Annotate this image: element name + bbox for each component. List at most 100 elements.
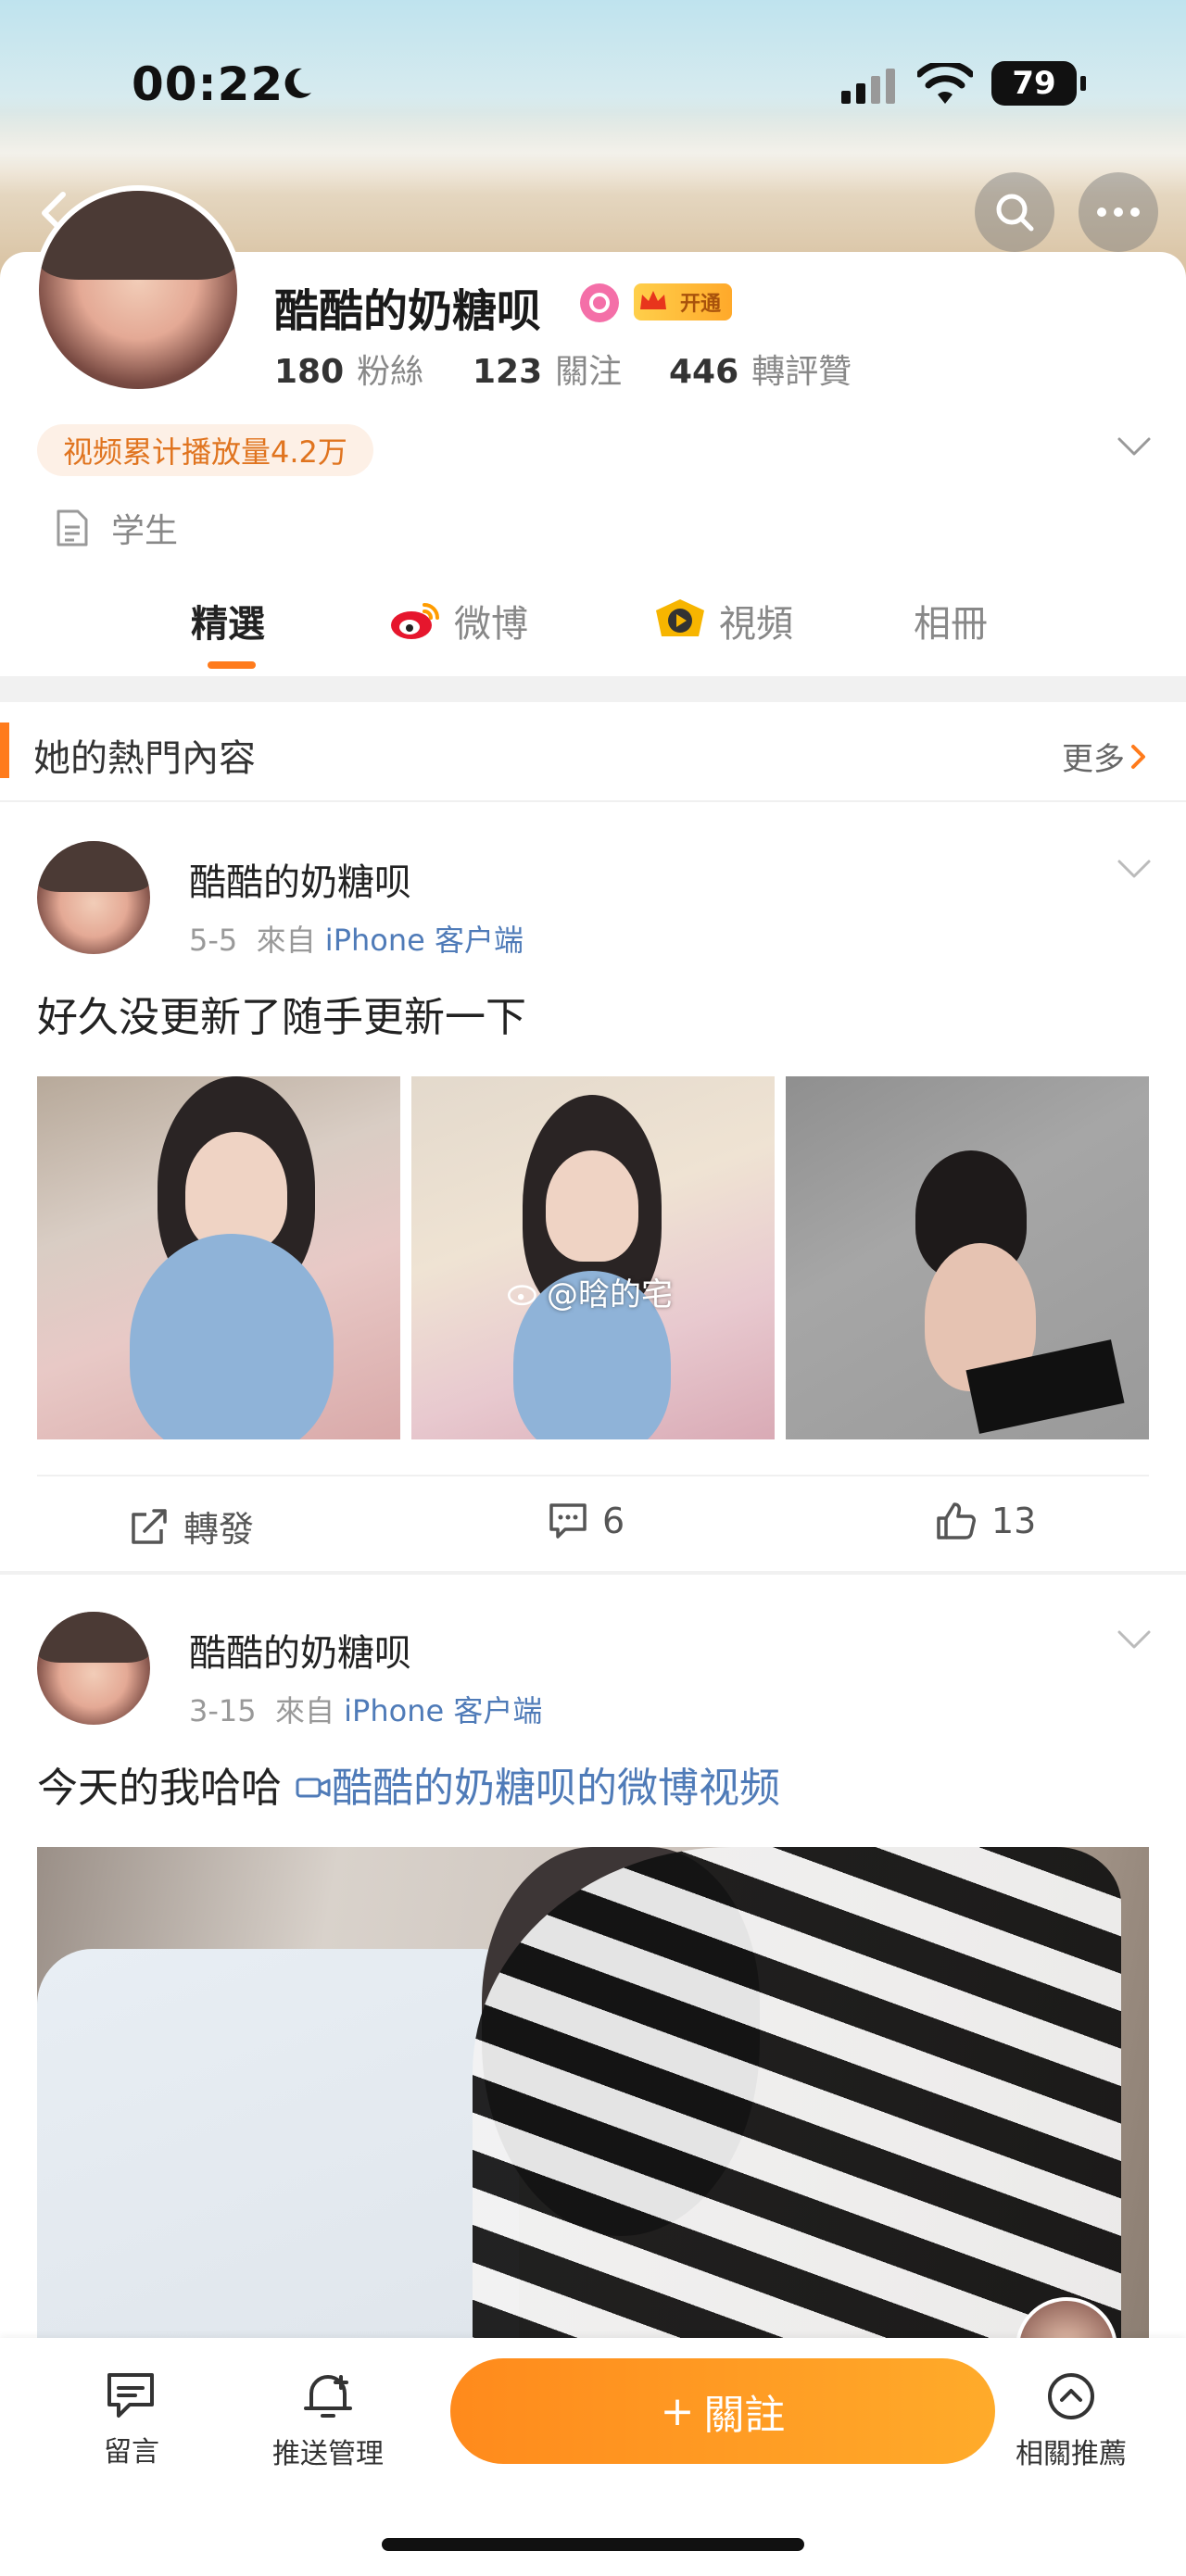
tab-label: 視頻 bbox=[719, 603, 793, 646]
profile-name: 酷酷的奶糖呗 bbox=[274, 285, 542, 337]
like-button[interactable]: 13 bbox=[936, 1501, 1036, 1541]
video-channel-icon bbox=[656, 599, 704, 636]
wifi-icon bbox=[917, 63, 973, 104]
tab-label: 精選 bbox=[191, 603, 265, 646]
follow-button[interactable]: + 關註 bbox=[450, 2358, 995, 2464]
crown-icon bbox=[640, 291, 666, 309]
post-meta: 5-5 來自 iPhone 客户端 bbox=[189, 917, 524, 960]
video-preview[interactable] bbox=[37, 1847, 1149, 2412]
search-button[interactable] bbox=[975, 172, 1054, 252]
interactions-label: 轉評贊 bbox=[751, 353, 852, 391]
occupation-label: 学生 bbox=[111, 512, 179, 550]
post-separator bbox=[0, 1571, 1186, 1575]
document-icon bbox=[57, 509, 88, 547]
post-source[interactable]: iPhone 客户端 bbox=[344, 1693, 542, 1728]
bell-icon bbox=[304, 2375, 352, 2418]
tab-video[interactable]: 視頻 bbox=[654, 584, 793, 658]
tab-weibo[interactable]: 微博 bbox=[389, 584, 528, 658]
comment-icon bbox=[549, 1503, 587, 1539]
weibo-icon bbox=[391, 603, 439, 639]
message-button[interactable]: 留言 bbox=[67, 2371, 196, 2469]
repost-label: 轉發 bbox=[183, 1509, 255, 1550]
verified-badge-icon[interactable] bbox=[580, 283, 619, 322]
like-count: 13 bbox=[991, 1501, 1037, 1541]
tab-label: 相冊 bbox=[914, 603, 988, 646]
tab-label: 微博 bbox=[454, 603, 528, 646]
battery-indicator: 79 bbox=[991, 61, 1086, 106]
related-label: 相關推薦 bbox=[1016, 2438, 1127, 2470]
status-bar: 00:22 79 bbox=[0, 0, 1186, 176]
hot-content-title: 她的熱門內容 bbox=[33, 737, 256, 780]
post-image[interactable] bbox=[786, 1076, 1149, 1439]
repost-button[interactable]: 轉發 bbox=[130, 1501, 254, 1552]
video-link[interactable]: 酷酷的奶糖呗的微博视频 bbox=[295, 1765, 780, 1812]
vip-open-badge[interactable]: 开通 bbox=[634, 283, 732, 320]
more-label: 更多 bbox=[1062, 741, 1125, 778]
tab-featured[interactable]: 精選 bbox=[191, 584, 265, 658]
comment-button[interactable]: 6 bbox=[549, 1501, 625, 1541]
post-from-label: 來自 bbox=[274, 1693, 334, 1728]
post-from-label: 來自 bbox=[256, 923, 316, 958]
post-author-name[interactable]: 酷酷的奶糖呗 bbox=[189, 852, 411, 906]
vip-label: 开通 bbox=[679, 293, 721, 316]
post-source[interactable]: iPhone 客户端 bbox=[325, 923, 524, 958]
post-author-avatar[interactable] bbox=[37, 1612, 150, 1725]
section-accent-bar bbox=[0, 723, 9, 778]
followers-count: 180 bbox=[274, 353, 345, 391]
post-meta: 3-15 來自 iPhone 客户端 bbox=[189, 1688, 542, 1730]
post-action-bar: 轉發 6 13 bbox=[37, 1475, 1149, 1567]
cellular-signal-icon bbox=[841, 69, 895, 104]
interactions-stat[interactable]: 446 轉評贊 bbox=[669, 345, 852, 393]
more-link[interactable]: 更多 bbox=[1062, 734, 1147, 779]
interactions-count: 446 bbox=[669, 353, 739, 391]
post-image[interactable] bbox=[411, 1076, 775, 1439]
active-tab-indicator bbox=[208, 661, 256, 669]
follow-label: 關註 bbox=[703, 2392, 786, 2439]
chevron-down-icon[interactable] bbox=[1116, 858, 1153, 880]
post-author-avatar[interactable] bbox=[37, 841, 150, 954]
occupation-row: 学生 bbox=[56, 504, 178, 552]
post-date: 5-5 bbox=[189, 923, 238, 958]
video-link-text: 酷酷的奶糖呗的微博视频 bbox=[332, 1765, 780, 1812]
home-indicator bbox=[382, 2538, 804, 2551]
thumbs-up-icon bbox=[937, 1502, 976, 1539]
message-label: 留言 bbox=[104, 2436, 159, 2469]
search-icon bbox=[996, 194, 1034, 232]
tab-album[interactable]: 相冊 bbox=[914, 584, 988, 658]
push-label: 推送管理 bbox=[272, 2438, 384, 2470]
chevron-up-circle-icon bbox=[1048, 2373, 1094, 2419]
more-button[interactable] bbox=[1079, 172, 1158, 252]
following-label: 關注 bbox=[555, 353, 623, 391]
watermark-text: @晗的宅 bbox=[547, 1276, 673, 1313]
play-count-tag: 视频累计播放量4.2万 bbox=[37, 424, 373, 476]
comment-count: 6 bbox=[602, 1501, 625, 1541]
chat-bubble-icon bbox=[107, 2373, 154, 2418]
push-management-button[interactable]: 推送管理 bbox=[263, 2371, 393, 2471]
section-divider bbox=[0, 676, 1186, 702]
followers-label: 粉絲 bbox=[357, 353, 424, 391]
followers-stat[interactable]: 180 粉絲 bbox=[274, 345, 423, 393]
post-text[interactable]: 好久没更新了随手更新一下 bbox=[37, 984, 526, 1043]
share-icon bbox=[132, 1508, 167, 1544]
clock: 00:22 bbox=[132, 57, 284, 111]
avatar[interactable] bbox=[33, 185, 243, 395]
moon-icon bbox=[284, 68, 311, 98]
weibo-icon bbox=[508, 1284, 536, 1305]
post-author-name[interactable]: 酷酷的奶糖呗 bbox=[189, 1623, 411, 1677]
post-text-body: 今天的我哈哈 bbox=[37, 1765, 282, 1812]
post-text[interactable]: 今天的我哈哈 酷酷的奶糖呗的微博视频 bbox=[37, 1754, 780, 1814]
post-date: 3-15 bbox=[189, 1693, 257, 1728]
divider bbox=[0, 800, 1186, 802]
chevron-down-icon[interactable] bbox=[1116, 435, 1153, 458]
following-count: 123 bbox=[473, 353, 543, 391]
related-recommend-button[interactable]: 相關推薦 bbox=[1006, 2371, 1136, 2471]
following-stat[interactable]: 123 關注 bbox=[473, 345, 622, 393]
image-watermark: @晗的宅 bbox=[508, 1269, 673, 1314]
post-image[interactable] bbox=[37, 1076, 400, 1439]
chevron-right-icon bbox=[1131, 744, 1145, 769]
plus-icon: + bbox=[660, 2387, 695, 2435]
chevron-down-icon[interactable] bbox=[1116, 1628, 1153, 1651]
more-dots-icon bbox=[1097, 207, 1140, 217]
video-camera-icon bbox=[296, 1778, 331, 1798]
profile-tabs: 精選 微博 視頻 相冊 bbox=[0, 584, 1186, 676]
